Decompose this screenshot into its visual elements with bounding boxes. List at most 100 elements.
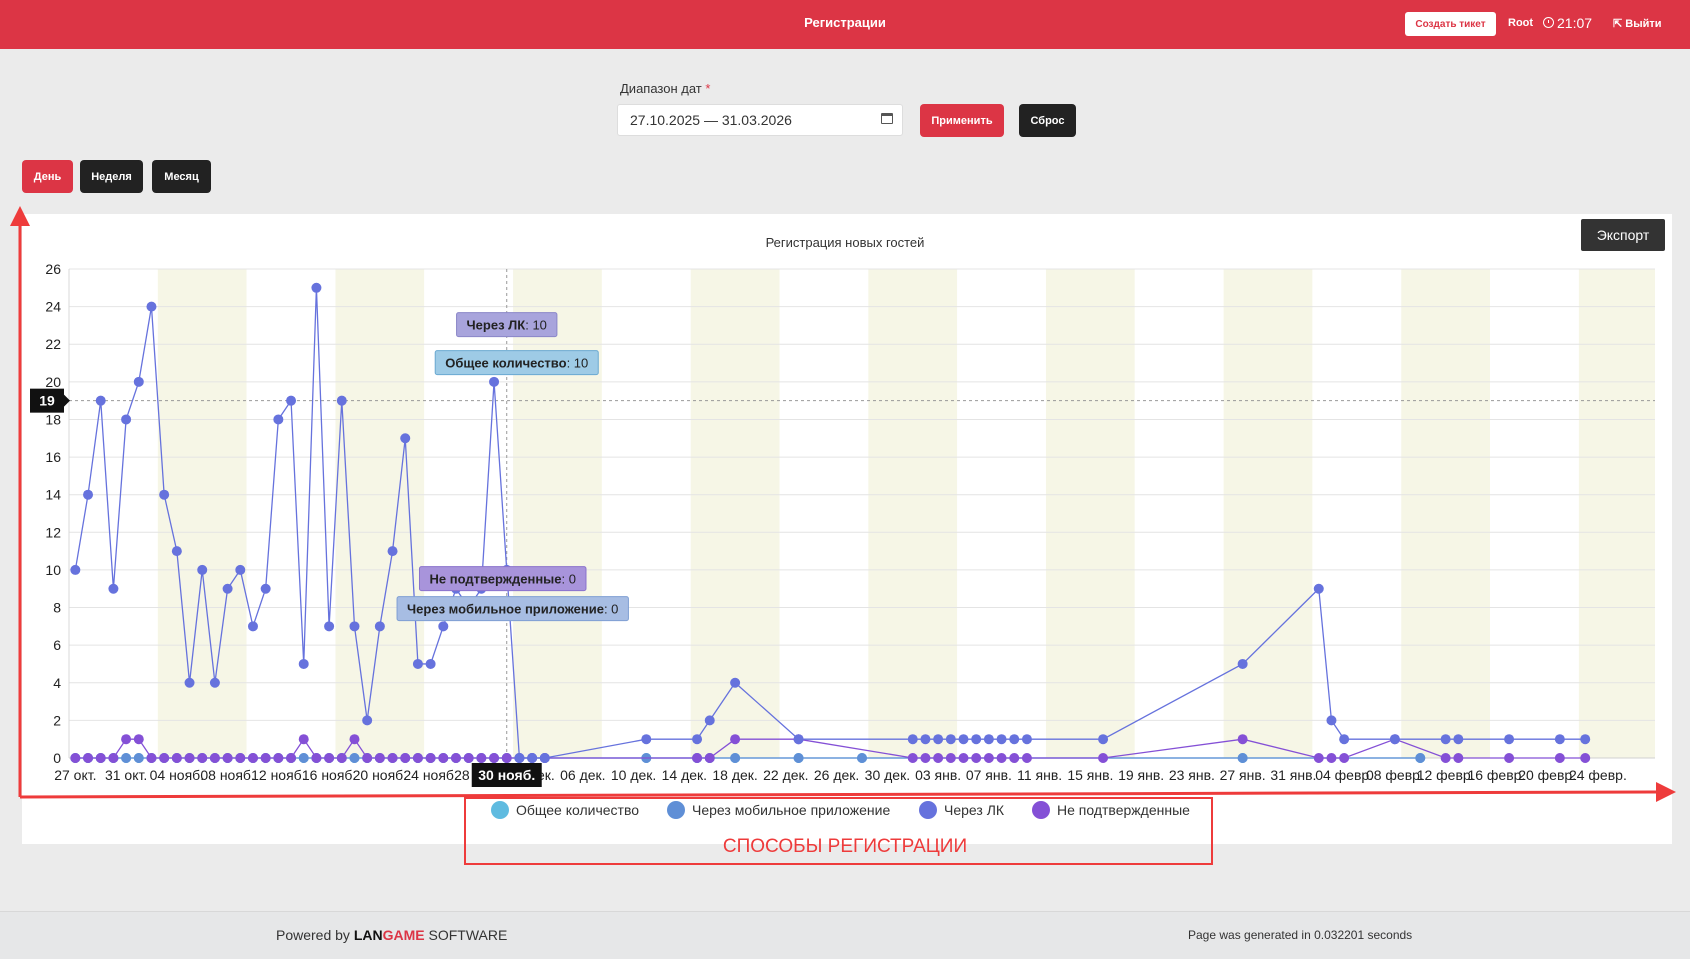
- x-tick-label: 30 дек.: [865, 767, 910, 783]
- data-point: [412, 753, 423, 763]
- data-point: [945, 734, 956, 745]
- data-point: [298, 753, 309, 763]
- data-point: [1554, 734, 1565, 745]
- data-point: [387, 546, 398, 557]
- data-point: [70, 753, 81, 763]
- week-band: [1045, 269, 1135, 758]
- data-point: [1009, 734, 1020, 745]
- week-band: [246, 269, 336, 758]
- data-point: [362, 753, 373, 763]
- data-point: [133, 753, 144, 763]
- data-point: [311, 282, 322, 293]
- data-point: [489, 753, 500, 763]
- week-band: [69, 269, 158, 758]
- y-tick-label: 6: [53, 637, 61, 653]
- x-tick-label: 24 февр.: [1569, 767, 1627, 783]
- powered-by: Powered by LANGAME SOFTWARE: [276, 927, 507, 943]
- x-tick-label: 26 дек.: [814, 767, 859, 783]
- data-point: [349, 734, 360, 745]
- y-tick-label: 0: [53, 750, 61, 766]
- data-point: [971, 753, 982, 763]
- data-point: [1504, 753, 1515, 763]
- data-point: [1237, 753, 1248, 763]
- data-point: [996, 753, 1007, 763]
- x-tick-label: 08 нояб.: [200, 767, 254, 783]
- x-tick-label: 16 февр.: [1467, 767, 1525, 783]
- brand-lan: LAN: [353, 927, 383, 943]
- data-point: [286, 395, 297, 406]
- data-point: [704, 715, 715, 726]
- data-point: [374, 753, 385, 763]
- tooltip-text: Через ЛК: 10: [467, 318, 547, 333]
- data-point: [514, 753, 525, 763]
- crosshair-x-label-text: 30 нояб.: [478, 767, 535, 783]
- data-point: [133, 734, 144, 745]
- data-point: [311, 753, 322, 763]
- tooltip-value: : 10: [525, 318, 547, 333]
- data-point: [197, 564, 208, 575]
- data-point: [171, 753, 182, 763]
- x-tick-label: 31 янв.: [1270, 767, 1316, 783]
- y-tick-label: 4: [53, 675, 61, 691]
- tooltip-text: Не подтвержденные: 0: [429, 572, 575, 587]
- x-tick-label: 07 янв.: [966, 767, 1012, 783]
- data-point: [374, 621, 385, 632]
- data-point: [336, 395, 347, 406]
- data-point: [1237, 734, 1248, 745]
- data-point: [222, 583, 233, 594]
- data-point: [83, 753, 94, 763]
- data-point: [260, 583, 271, 594]
- data-point: [108, 753, 119, 763]
- crosshair-x-label: 30 нояб.: [471, 763, 542, 787]
- data-point: [121, 734, 132, 745]
- data-point: [1453, 753, 1464, 763]
- x-tick-label: 20 нояб.: [353, 767, 407, 783]
- data-point: [641, 734, 652, 745]
- data-point: [692, 753, 703, 763]
- data-point: [958, 734, 969, 745]
- data-point: [1389, 734, 1400, 745]
- tooltip-value: : 10: [567, 356, 589, 371]
- data-point: [209, 677, 220, 688]
- brand-software: SOFTWARE: [424, 927, 508, 943]
- week-band: [601, 269, 691, 758]
- data-point: [730, 734, 741, 745]
- data-point: [159, 489, 170, 500]
- data-point: [235, 564, 246, 575]
- data-point: [1339, 753, 1350, 763]
- data-point: [730, 677, 741, 688]
- data-point: [1021, 734, 1032, 745]
- data-point: [983, 734, 994, 745]
- data-point: [298, 734, 309, 745]
- data-point: [133, 376, 144, 387]
- x-tick-label: 16 нояб.: [302, 767, 356, 783]
- data-point: [1440, 734, 1451, 745]
- y-tick-label: 14: [45, 487, 61, 503]
- tooltip-series: Не подтвержденные: [429, 572, 561, 587]
- data-point: [197, 753, 208, 763]
- data-point: [476, 753, 487, 763]
- data-point: [146, 301, 157, 312]
- data-point: [159, 753, 170, 763]
- data-point: [1098, 734, 1109, 745]
- data-point: [1098, 753, 1109, 763]
- data-point: [1453, 734, 1464, 745]
- data-point: [184, 753, 195, 763]
- y-tick-label: 20: [45, 374, 61, 390]
- y-tick-label: 18: [45, 411, 61, 427]
- data-point: [1580, 734, 1591, 745]
- y-tick-label: 8: [53, 600, 61, 616]
- data-point: [920, 734, 931, 745]
- data-point: [1339, 734, 1350, 745]
- data-point: [1313, 583, 1324, 594]
- data-point: [1326, 753, 1337, 763]
- x-tick-label: 19 янв.: [1118, 767, 1164, 783]
- data-point: [247, 621, 258, 632]
- data-point: [171, 546, 182, 557]
- data-point: [425, 753, 436, 763]
- data-point: [247, 753, 258, 763]
- week-band: [157, 269, 247, 758]
- generation-time: Page was generated in 0.032201 seconds: [1188, 928, 1413, 942]
- annotation-y-arrow-head: [10, 206, 30, 226]
- x-tick-label: 12 февр.: [1417, 767, 1475, 783]
